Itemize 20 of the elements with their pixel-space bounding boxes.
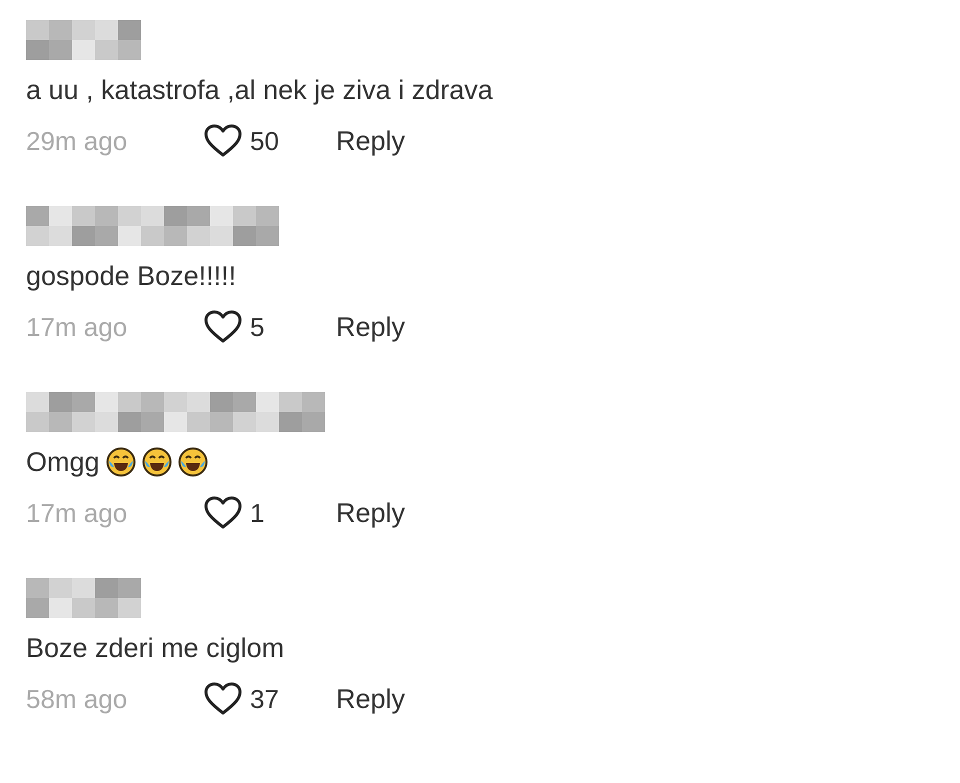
like-count: 1 (250, 498, 264, 528)
comment-text: gospode Boze!!!!! (26, 260, 236, 292)
reply-button[interactable]: Reply (336, 126, 406, 156)
like-count: 37 (250, 684, 279, 714)
like-count: 50 (250, 126, 279, 156)
like-button[interactable]: 1 (204, 496, 336, 530)
comment-text: Boze zderi me ciglom (26, 632, 284, 664)
comment-time: 17m ago (26, 498, 128, 528)
comment-time: 58m ago (26, 684, 128, 714)
like-button[interactable]: 50 (204, 124, 336, 158)
reply-button[interactable]: Reply (336, 684, 406, 714)
comment-time: 29m ago (26, 126, 128, 156)
reply-button[interactable]: Reply (336, 498, 406, 528)
like-button[interactable]: 37 (204, 682, 336, 716)
comment-text: a uu , katastrofa ,al nek je ziva i zdrava (26, 74, 493, 106)
like-button[interactable]: 5 (204, 310, 336, 344)
comment-time: 17m ago (26, 312, 128, 342)
comment-text: Omgg (26, 446, 100, 478)
reply-button[interactable]: Reply (336, 312, 406, 342)
like-count: 5 (250, 312, 264, 342)
